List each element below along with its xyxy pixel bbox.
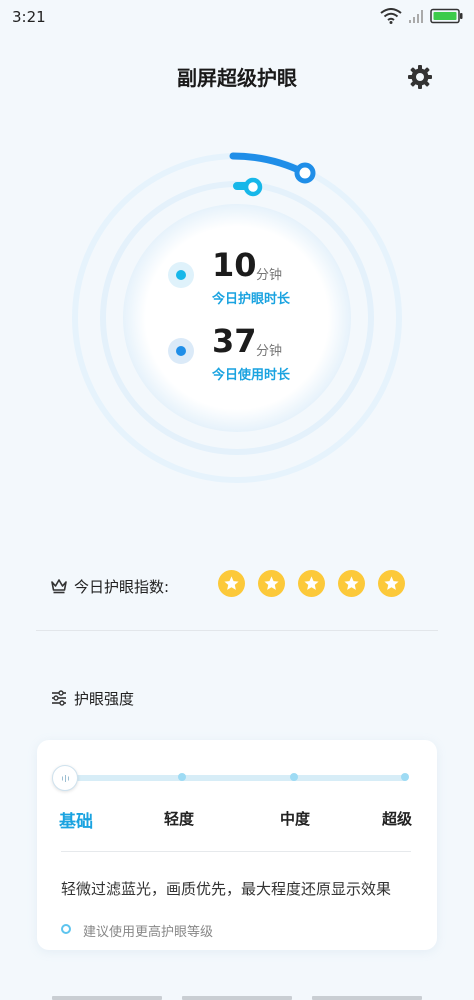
eyecare-label: 今日护眼时长	[212, 292, 291, 307]
sliders-icon	[52, 690, 66, 706]
strength-description: 轻微过滤蓝光，画质优先，最大程度还原显示效果	[61, 880, 392, 898]
level-super[interactable]: 超级	[382, 808, 412, 829]
signal-icon	[409, 10, 423, 23]
strength-hint: 建议使用更高护眼等级	[83, 925, 214, 940]
status-icons	[380, 6, 464, 26]
wifi-icon	[380, 8, 402, 24]
usage-dot	[168, 338, 194, 364]
slider-tick[interactable]	[178, 773, 186, 781]
usage-unit: 分钟	[256, 344, 283, 359]
usage-label: 今日使用时长	[212, 368, 291, 383]
level-medium[interactable]: 中度	[280, 808, 310, 829]
strength-slider-knob[interactable]	[52, 765, 78, 791]
strength-card: 基础 轻度 中度 超级 轻微过滤蓝光，画质优先，最大程度还原显示效果 建议使用更…	[37, 740, 437, 950]
usage-arc-end	[294, 162, 316, 184]
level-basic[interactable]: 基础	[59, 807, 93, 832]
slider-tick[interactable]	[401, 773, 409, 781]
bottom-edge	[0, 996, 474, 1000]
eye-index-label: 今日护眼指数:	[74, 578, 170, 596]
usage-arc	[229, 152, 309, 177]
eyecare-dot	[168, 262, 194, 288]
strength-slider-track[interactable]	[65, 775, 407, 781]
star-icon	[298, 570, 325, 597]
strength-title: 护眼强度	[74, 690, 135, 708]
status-bar: 3:21	[0, 0, 474, 34]
battery-icon	[430, 8, 463, 24]
star-rating	[218, 570, 405, 597]
stat-usage-time: 37 分钟 今日使用时长	[168, 322, 368, 386]
slider-tick[interactable]	[290, 773, 298, 781]
star-icon	[218, 570, 245, 597]
eyecare-arc-end	[243, 177, 263, 197]
eyecare-unit: 分钟	[256, 268, 283, 283]
usage-minutes: 37	[212, 322, 257, 360]
stat-eyecare-time: 10 分钟 今日护眼时长	[168, 246, 368, 310]
status-time: 3:21	[12, 8, 46, 26]
inner-disc	[123, 204, 351, 432]
hint-dot-icon	[61, 924, 71, 934]
star-icon	[338, 570, 365, 597]
card-divider	[61, 851, 411, 852]
eyecare-minutes: 10	[212, 246, 257, 284]
star-icon	[378, 570, 405, 597]
usage-ring-chart	[72, 152, 402, 483]
level-light[interactable]: 轻度	[164, 808, 194, 829]
eye-index-row: 今日护眼指数:	[50, 568, 430, 604]
star-icon	[258, 570, 285, 597]
page-title: 副屏超级护眼	[177, 66, 297, 90]
gear-icon[interactable]	[406, 63, 434, 91]
crown-icon	[51, 579, 67, 594]
section-divider	[36, 630, 438, 631]
